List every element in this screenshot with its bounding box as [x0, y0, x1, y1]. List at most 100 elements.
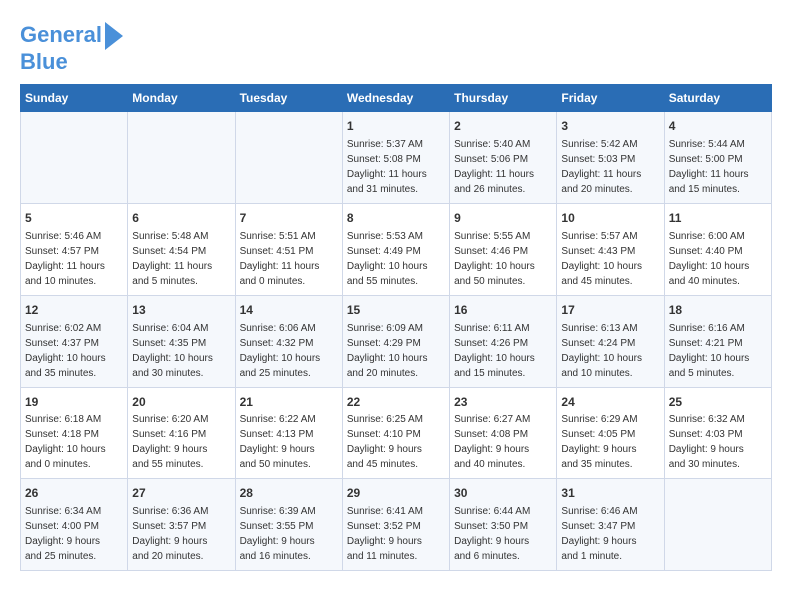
day-info: Sunrise: 5:57 AM Sunset: 4:43 PM Dayligh…	[561, 231, 642, 287]
logo-general: General	[20, 22, 102, 47]
day-number: 10	[561, 210, 659, 227]
day-info: Sunrise: 5:55 AM Sunset: 4:46 PM Dayligh…	[454, 231, 535, 287]
day-info: Sunrise: 6:46 AM Sunset: 3:47 PM Dayligh…	[561, 506, 637, 562]
calendar-cell: 8Sunrise: 5:53 AM Sunset: 4:49 PM Daylig…	[342, 203, 449, 295]
calendar-cell: 3 Sunrise: 5:42 AM Sunset: 5:03 PM Daylig…	[557, 112, 664, 204]
day-info: Sunrise: 5:40 AM Sunset: 5:06 PM Dayligh…	[454, 139, 534, 195]
day-info: Sunrise: 6:27 AM Sunset: 4:08 PM Dayligh…	[454, 414, 530, 470]
calendar-table: SundayMondayTuesdayWednesdayThursdayFrid…	[20, 84, 772, 571]
day-number: 17	[561, 302, 659, 319]
day-number: 19	[25, 394, 123, 411]
day-info: Sunrise: 5:51 AM Sunset: 4:51 PM Dayligh…	[240, 231, 320, 287]
day-info: Sunrise: 6:16 AM Sunset: 4:21 PM Dayligh…	[669, 323, 750, 379]
day-info: Sunrise: 6:00 AM Sunset: 4:40 PM Dayligh…	[669, 231, 750, 287]
day-number: 4	[669, 118, 767, 135]
calendar-cell: 27Sunrise: 6:36 AM Sunset: 3:57 PM Dayli…	[128, 479, 235, 571]
calendar-cell	[235, 112, 342, 204]
day-number: 1	[347, 118, 445, 135]
day-info: Sunrise: 6:02 AM Sunset: 4:37 PM Dayligh…	[25, 323, 106, 379]
day-number: 8	[347, 210, 445, 227]
logo-arrow-icon	[105, 22, 123, 50]
day-number: 20	[132, 394, 230, 411]
calendar-cell	[128, 112, 235, 204]
weekday-header-row: SundayMondayTuesdayWednesdayThursdayFrid…	[21, 85, 772, 112]
day-info: Sunrise: 6:06 AM Sunset: 4:32 PM Dayligh…	[240, 323, 321, 379]
calendar-week-row: 1 Sunrise: 5:37 AM Sunset: 5:08 PM Daylig…	[21, 112, 772, 204]
day-info: Sunrise: 6:09 AM Sunset: 4:29 PM Dayligh…	[347, 323, 428, 379]
calendar-cell: 20Sunrise: 6:20 AM Sunset: 4:16 PM Dayli…	[128, 387, 235, 479]
calendar-cell: 19 Sunrise: 6:18 AM Sunset: 4:18 PM Dayli…	[21, 387, 128, 479]
day-number: 30	[454, 485, 552, 502]
calendar-cell	[664, 479, 771, 571]
calendar-cell: 9Sunrise: 5:55 AM Sunset: 4:46 PM Daylig…	[450, 203, 557, 295]
day-info: Sunrise: 6:32 AM Sunset: 4:03 PM Dayligh…	[669, 414, 745, 470]
calendar-cell: 6Sunrise: 5:48 AM Sunset: 4:54 PM Daylig…	[128, 203, 235, 295]
day-info: Sunrise: 6:34 AM Sunset: 4:00 PM Dayligh…	[25, 506, 101, 562]
day-number: 24	[561, 394, 659, 411]
day-number: 13	[132, 302, 230, 319]
day-info: Sunrise: 5:48 AM Sunset: 4:54 PM Dayligh…	[132, 231, 212, 287]
day-number: 31	[561, 485, 659, 502]
calendar-cell: 26 Sunrise: 6:34 AM Sunset: 4:00 PM Dayli…	[21, 479, 128, 571]
calendar-cell: 16 Sunrise: 6:11 AM Sunset: 4:26 PM Dayli…	[450, 295, 557, 387]
calendar-cell: 14 Sunrise: 6:06 AM Sunset: 4:32 PM Dayli…	[235, 295, 342, 387]
day-info: Sunrise: 5:46 AM Sunset: 4:57 PM Dayligh…	[25, 231, 105, 287]
weekday-header: Sunday	[21, 85, 128, 112]
calendar-cell: 7 Sunrise: 5:51 AM Sunset: 4:51 PM Daylig…	[235, 203, 342, 295]
day-info: Sunrise: 6:41 AM Sunset: 3:52 PM Dayligh…	[347, 506, 423, 562]
day-info: Sunrise: 6:13 AM Sunset: 4:24 PM Dayligh…	[561, 323, 642, 379]
day-info: Sunrise: 6:18 AM Sunset: 4:18 PM Dayligh…	[25, 414, 106, 470]
calendar-cell: 28Sunrise: 6:39 AM Sunset: 3:55 PM Dayli…	[235, 479, 342, 571]
day-info: Sunrise: 5:37 AM Sunset: 5:08 PM Dayligh…	[347, 139, 427, 195]
calendar-cell: 30 Sunrise: 6:44 AM Sunset: 3:50 PM Dayli…	[450, 479, 557, 571]
logo-text: General	[20, 23, 102, 47]
calendar-cell: 1 Sunrise: 5:37 AM Sunset: 5:08 PM Daylig…	[342, 112, 449, 204]
day-number: 29	[347, 485, 445, 502]
logo-blue: Blue	[20, 50, 68, 74]
day-number: 26	[25, 485, 123, 502]
weekday-header: Monday	[128, 85, 235, 112]
day-number: 14	[240, 302, 338, 319]
day-number: 23	[454, 394, 552, 411]
calendar-cell: 24Sunrise: 6:29 AM Sunset: 4:05 PM Dayli…	[557, 387, 664, 479]
day-number: 15	[347, 302, 445, 319]
day-number: 16	[454, 302, 552, 319]
day-number: 28	[240, 485, 338, 502]
calendar-cell: 13 Sunrise: 6:04 AM Sunset: 4:35 PM Dayli…	[128, 295, 235, 387]
day-number: 5	[25, 210, 123, 227]
weekday-header: Friday	[557, 85, 664, 112]
day-info: Sunrise: 5:42 AM Sunset: 5:03 PM Dayligh…	[561, 139, 641, 195]
weekday-header: Thursday	[450, 85, 557, 112]
calendar-cell: 29 Sunrise: 6:41 AM Sunset: 3:52 PM Dayli…	[342, 479, 449, 571]
calendar-cell: 17 Sunrise: 6:13 AM Sunset: 4:24 PM Dayli…	[557, 295, 664, 387]
weekday-header: Tuesday	[235, 85, 342, 112]
day-number: 22	[347, 394, 445, 411]
day-number: 11	[669, 210, 767, 227]
weekday-header: Saturday	[664, 85, 771, 112]
calendar-cell: 31 Sunrise: 6:46 AM Sunset: 3:47 PM Dayli…	[557, 479, 664, 571]
day-number: 3	[561, 118, 659, 135]
calendar-cell: 18 Sunrise: 6:16 AM Sunset: 4:21 PM Dayli…	[664, 295, 771, 387]
logo: General Blue	[20, 20, 123, 74]
weekday-header: Wednesday	[342, 85, 449, 112]
calendar-cell: 23 Sunrise: 6:27 AM Sunset: 4:08 PM Dayli…	[450, 387, 557, 479]
day-info: Sunrise: 6:36 AM Sunset: 3:57 PM Dayligh…	[132, 506, 208, 562]
day-info: Sunrise: 6:44 AM Sunset: 3:50 PM Dayligh…	[454, 506, 530, 562]
day-info: Sunrise: 5:44 AM Sunset: 5:00 PM Dayligh…	[669, 139, 749, 195]
calendar-cell: 5 Sunrise: 5:46 AM Sunset: 4:57 PM Daylig…	[21, 203, 128, 295]
day-number: 21	[240, 394, 338, 411]
calendar-cell: 22Sunrise: 6:25 AM Sunset: 4:10 PM Dayli…	[342, 387, 449, 479]
day-number: 18	[669, 302, 767, 319]
calendar-cell: 11 Sunrise: 6:00 AM Sunset: 4:40 PM Dayli…	[664, 203, 771, 295]
day-info: Sunrise: 6:11 AM Sunset: 4:26 PM Dayligh…	[454, 323, 535, 379]
day-number: 2	[454, 118, 552, 135]
calendar-cell: 25 Sunrise: 6:32 AM Sunset: 4:03 PM Dayli…	[664, 387, 771, 479]
calendar-week-row: 12Sunrise: 6:02 AM Sunset: 4:37 PM Dayli…	[21, 295, 772, 387]
day-number: 25	[669, 394, 767, 411]
calendar-cell: 2 Sunrise: 5:40 AM Sunset: 5:06 PM Daylig…	[450, 112, 557, 204]
day-info: Sunrise: 6:22 AM Sunset: 4:13 PM Dayligh…	[240, 414, 316, 470]
day-number: 7	[240, 210, 338, 227]
day-info: Sunrise: 6:04 AM Sunset: 4:35 PM Dayligh…	[132, 323, 213, 379]
calendar-week-row: 19 Sunrise: 6:18 AM Sunset: 4:18 PM Dayli…	[21, 387, 772, 479]
calendar-cell: 12Sunrise: 6:02 AM Sunset: 4:37 PM Dayli…	[21, 295, 128, 387]
